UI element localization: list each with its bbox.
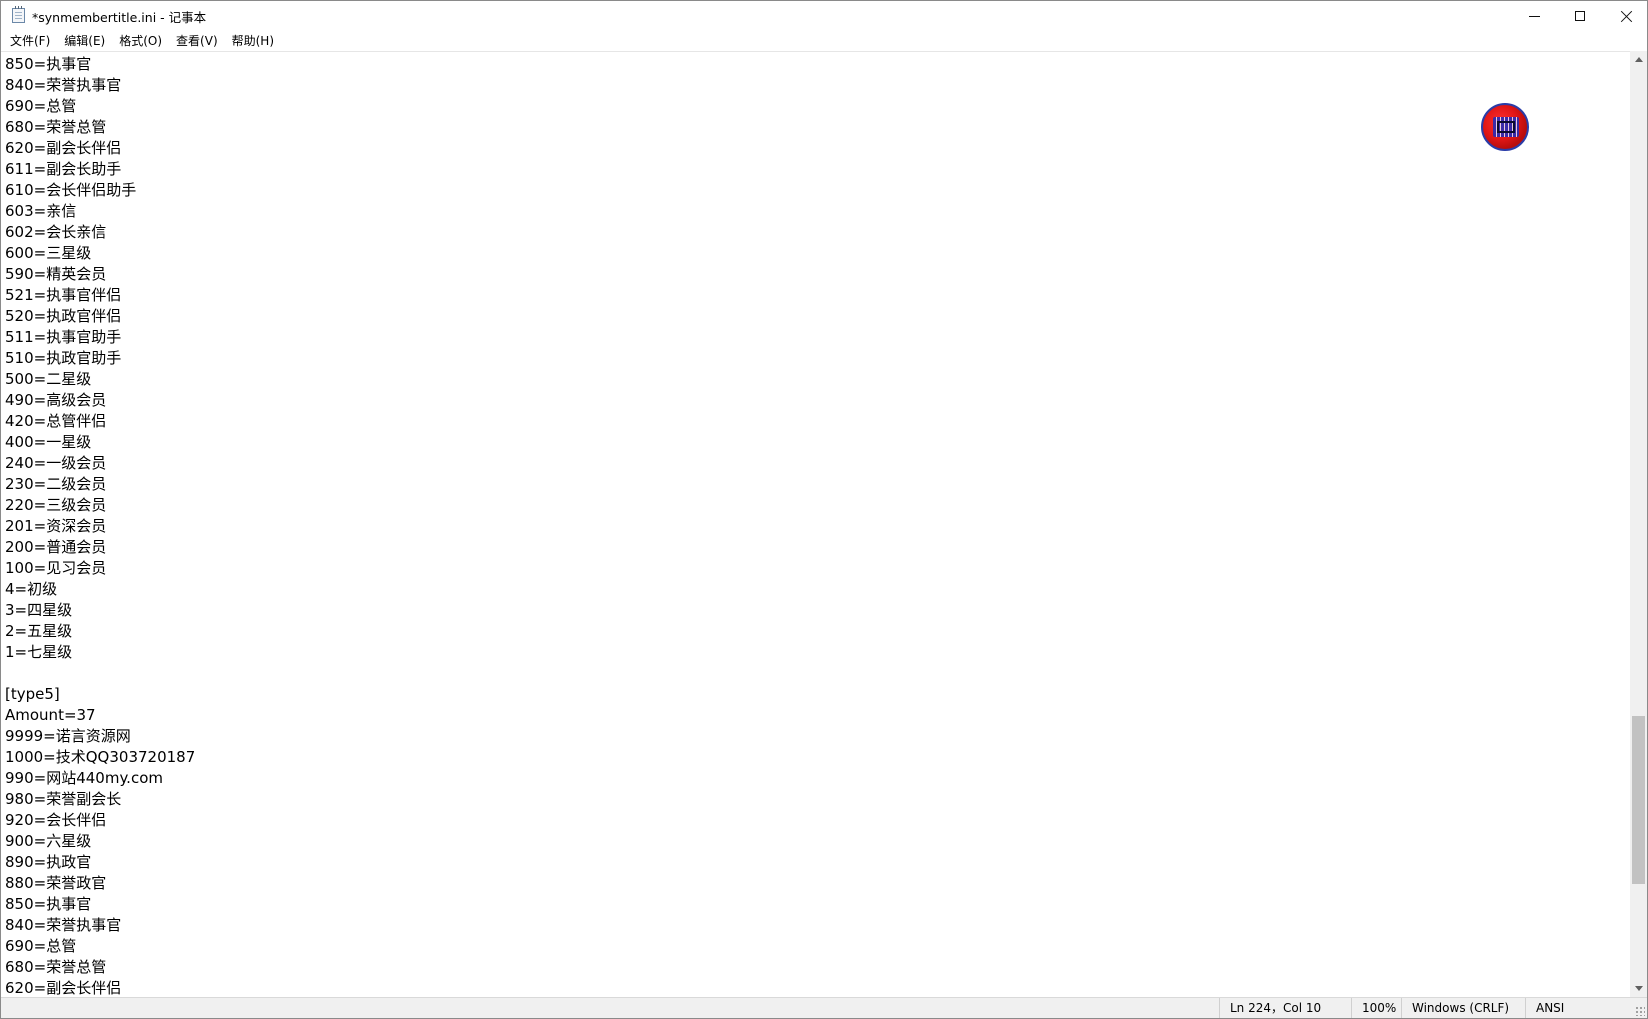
text-line[interactable]: 500=二星级 bbox=[5, 369, 195, 390]
text-line[interactable]: 510=执政官助手 bbox=[5, 348, 195, 369]
text-line[interactable]: 590=精英会员 bbox=[5, 264, 195, 285]
window-title: *synmembertitle.ini - 记事本 bbox=[32, 10, 207, 25]
floating-badge-icon[interactable] bbox=[1481, 103, 1529, 151]
text-line[interactable]: 520=执政官伴侣 bbox=[5, 306, 195, 327]
scroll-down-button[interactable] bbox=[1630, 980, 1647, 997]
vertical-scrollbar[interactable] bbox=[1630, 51, 1647, 997]
text-line[interactable]: 4=初级 bbox=[5, 579, 195, 600]
text-line[interactable]: 680=荣誉总管 bbox=[5, 957, 195, 978]
text-line[interactable]: 880=荣誉政官 bbox=[5, 873, 195, 894]
text-line[interactable]: 240=一级会员 bbox=[5, 453, 195, 474]
status-bar: Ln 224，Col 10 100% Windows (CRLF) ANSI bbox=[1, 997, 1647, 1018]
text-line[interactable]: 511=执事官助手 bbox=[5, 327, 195, 348]
text-line[interactable]: 602=会长亲信 bbox=[5, 222, 195, 243]
text-line[interactable]: 1000=技术QQ303720187 bbox=[5, 747, 195, 768]
resize-grip-icon[interactable] bbox=[1635, 1006, 1645, 1016]
chevron-down-icon bbox=[1634, 986, 1643, 991]
editor-lines[interactable]: 850=执事官 840=荣誉执事官 690=总管 680=荣誉总管 620=副会长伴侣 6… bbox=[5, 54, 195, 998]
chevron-up-icon bbox=[1634, 57, 1643, 62]
line-ending: Windows (CRLF) bbox=[1401, 998, 1525, 1018]
scroll-up-button[interactable] bbox=[1630, 51, 1647, 68]
maximize-button[interactable] bbox=[1557, 1, 1603, 31]
text-line[interactable]: 521=执事官伴侣 bbox=[5, 285, 195, 306]
notepad-window: *synmembertitle.ini - 记事本 文件(F) 编辑(E) 格式… bbox=[0, 0, 1648, 1019]
maximize-icon bbox=[1575, 11, 1585, 21]
close-button[interactable] bbox=[1603, 1, 1647, 31]
text-line[interactable]: 490=高级会员 bbox=[5, 390, 195, 411]
text-line[interactable]: 980=荣誉副会长 bbox=[5, 789, 195, 810]
text-line[interactable]: 920=会长伴侣 bbox=[5, 810, 195, 831]
text-line[interactable] bbox=[5, 663, 195, 684]
text-line[interactable]: 200=普通会员 bbox=[5, 537, 195, 558]
scrollbar-thumb[interactable] bbox=[1632, 716, 1645, 884]
zoom-level: 100% bbox=[1351, 998, 1401, 1018]
minimize-button[interactable] bbox=[1511, 1, 1557, 31]
cursor-position: Ln 224，Col 10 bbox=[1219, 998, 1351, 1018]
text-line[interactable]: 840=荣誉执事官 bbox=[5, 75, 195, 96]
text-line[interactable]: 400=一星级 bbox=[5, 432, 195, 453]
text-line[interactable]: 890=执政官 bbox=[5, 852, 195, 873]
menu-view[interactable]: 查看(V) bbox=[169, 31, 225, 51]
text-line[interactable]: 620=副会长伴侣 bbox=[5, 978, 195, 998]
text-line[interactable]: 840=荣誉执事官 bbox=[5, 915, 195, 936]
text-line[interactable]: Amount=37 bbox=[5, 705, 195, 726]
minimize-icon bbox=[1528, 15, 1540, 17]
text-line[interactable]: 690=总管 bbox=[5, 936, 195, 957]
menu-edit[interactable]: 编辑(E) bbox=[57, 31, 112, 51]
text-line[interactable]: 220=三级会员 bbox=[5, 495, 195, 516]
text-line[interactable]: 2=五星级 bbox=[5, 621, 195, 642]
text-line[interactable]: 610=会长伴侣助手 bbox=[5, 180, 195, 201]
text-editor[interactable]: 850=执事官 840=荣誉执事官 690=总管 680=荣誉总管 620=副会长伴侣 6… bbox=[1, 51, 1630, 998]
text-line[interactable]: 690=总管 bbox=[5, 96, 195, 117]
text-line[interactable]: 990=网站440my.com bbox=[5, 768, 195, 789]
text-line[interactable]: 620=副会长伴侣 bbox=[5, 138, 195, 159]
close-icon bbox=[1620, 10, 1633, 23]
text-line[interactable]: 680=荣誉总管 bbox=[5, 117, 195, 138]
text-line[interactable]: 201=资深会员 bbox=[5, 516, 195, 537]
text-line[interactable]: 611=副会长助手 bbox=[5, 159, 195, 180]
notepad-icon bbox=[12, 6, 25, 23]
text-line[interactable]: 900=六星级 bbox=[5, 831, 195, 852]
title-bar[interactable]: *synmembertitle.ini - 记事本 bbox=[1, 1, 1647, 31]
text-line[interactable]: 603=亲信 bbox=[5, 201, 195, 222]
menu-format[interactable]: 格式(O) bbox=[112, 31, 169, 51]
encoding: ANSI bbox=[1525, 998, 1631, 1018]
text-line[interactable]: 100=见习会员 bbox=[5, 558, 195, 579]
menu-file[interactable]: 文件(F) bbox=[3, 31, 57, 51]
text-line[interactable]: 600=三星级 bbox=[5, 243, 195, 264]
text-line[interactable]: 1=七星级 bbox=[5, 642, 195, 663]
text-line[interactable]: 230=二级会员 bbox=[5, 474, 195, 495]
text-line[interactable]: 850=执事官 bbox=[5, 54, 195, 75]
text-line[interactable]: 850=执事官 bbox=[5, 894, 195, 915]
menu-bar: 文件(F) 编辑(E) 格式(O) 查看(V) 帮助(H) bbox=[1, 31, 1647, 51]
text-line[interactable]: 3=四星级 bbox=[5, 600, 195, 621]
text-line[interactable]: 9999=诺言资源网 bbox=[5, 726, 195, 747]
menu-help[interactable]: 帮助(H) bbox=[225, 31, 281, 51]
text-line[interactable]: 420=总管伴侣 bbox=[5, 411, 195, 432]
text-line[interactable]: [type5] bbox=[5, 684, 195, 705]
